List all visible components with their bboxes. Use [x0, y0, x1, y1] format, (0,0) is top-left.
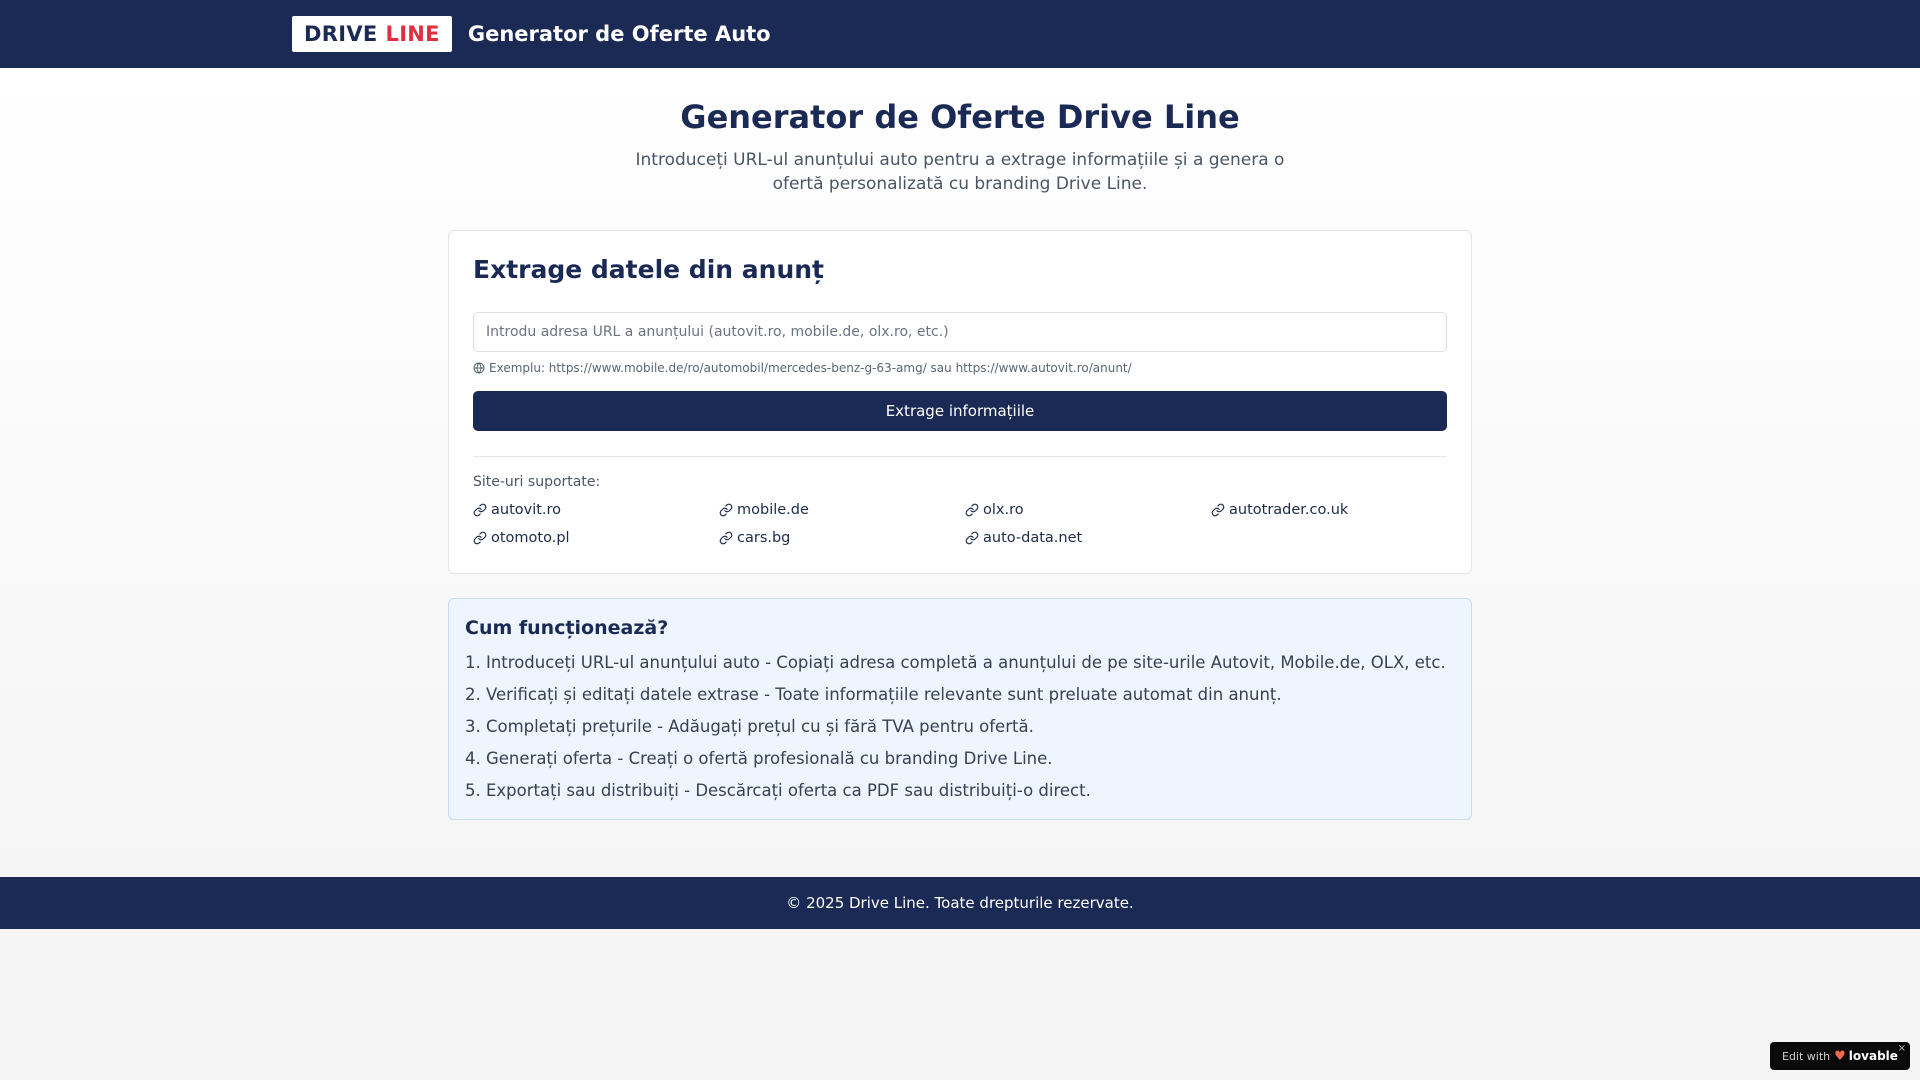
link-icon — [965, 531, 979, 544]
drive-line-logo[interactable]: DRIVE LINE — [292, 16, 452, 52]
site-label: autovit.ro — [491, 501, 562, 518]
logo-line: LINE — [385, 22, 440, 46]
site-label: cars.bg — [737, 529, 791, 546]
footer: © 2025 Drive Line. Toate drepturile reze… — [0, 877, 1920, 929]
how-it-works-step: 2. Verificați și editați datele extrase … — [465, 685, 1282, 704]
supported-site-link[interactable]: otomoto.pl — [473, 528, 719, 547]
how-it-works-step: 5. Exportați sau distribuiți - Descărcaț… — [465, 781, 1091, 800]
page-title: Generator de Oferte Drive Line — [680, 98, 1240, 136]
main-content: Generator de Oferte Drive Line Introduce… — [0, 68, 1920, 877]
example-text: Exemplu: https://www.mobile.de/ro/automo… — [489, 361, 1132, 375]
close-icon[interactable]: × — [1898, 1043, 1906, 1054]
how-it-works-step: 4. Generați oferta - Creați o ofertă pro… — [465, 749, 1053, 768]
header-title: Generator de Oferte Auto — [467, 22, 771, 46]
how-it-works-title: Cum funcționează? — [465, 617, 669, 639]
how-it-works-steps: 1. Introduceți URL-ul anunțului auto - C… — [465, 647, 1455, 807]
supported-site-link[interactable]: olx.ro — [965, 500, 1211, 519]
heart-icon: ♥ — [1834, 1048, 1846, 1064]
page-subtitle: Introduceți URL-ul anunțului auto pentru… — [635, 150, 1285, 194]
site-label: otomoto.pl — [491, 529, 570, 546]
hero: Generator de Oferte Drive Line Introduce… — [0, 98, 1920, 196]
link-icon — [1211, 503, 1225, 516]
link-icon — [719, 503, 733, 516]
link-icon — [473, 503, 487, 516]
extract-button[interactable]: Extrage informațiile — [473, 391, 1447, 431]
divider — [473, 456, 1447, 457]
link-icon — [473, 531, 487, 544]
url-input[interactable] — [473, 312, 1447, 352]
how-it-works-panel: Cum funcționează? 1. Introduceți URL-ul … — [448, 598, 1472, 820]
supported-site-link[interactable]: auto-data.net — [965, 528, 1211, 547]
extract-card-title: Extrage datele din anunț — [473, 255, 824, 284]
badge-prefix: Edit with — [1782, 1049, 1831, 1063]
copyright-text: © 2025 Drive Line. Toate drepturile reze… — [786, 894, 1134, 912]
extract-card: Extrage datele din anunț Exemplu: https:… — [448, 230, 1472, 574]
link-icon — [965, 503, 979, 516]
how-it-works-step: 1. Introduceți URL-ul anunțului auto - C… — [465, 653, 1446, 672]
how-it-works-step: 3. Completați prețurile - Adăugați prețu… — [465, 717, 1034, 736]
badge-brand: lovable — [1848, 1049, 1898, 1063]
supported-site-link[interactable]: cars.bg — [719, 528, 965, 547]
supported-site-link[interactable]: autotrader.co.uk — [1211, 500, 1457, 519]
top-header: DRIVE LINE Generator de Oferte Auto — [0, 0, 1920, 68]
edit-with-lovable-badge[interactable]: Edit with ♥ lovable × — [1770, 1042, 1910, 1070]
supported-site-link[interactable]: mobile.de — [719, 500, 965, 519]
globe-icon — [473, 362, 485, 374]
site-label: mobile.de — [737, 501, 809, 518]
site-label: autotrader.co.uk — [1229, 501, 1349, 518]
site-label: auto-data.net — [983, 529, 1083, 546]
logo-drive: DRIVE — [304, 22, 378, 46]
example-hint: Exemplu: https://www.mobile.de/ro/automo… — [473, 361, 1447, 375]
link-icon — [719, 531, 733, 544]
supported-sites-label: Site-uri suportate: — [473, 474, 601, 490]
supported-site-link[interactable]: autovit.ro — [473, 500, 719, 519]
supported-sites-list: autovit.ro mobile.de olx.ro autotrader.co.u… — [473, 500, 1447, 547]
site-label: olx.ro — [983, 501, 1024, 518]
